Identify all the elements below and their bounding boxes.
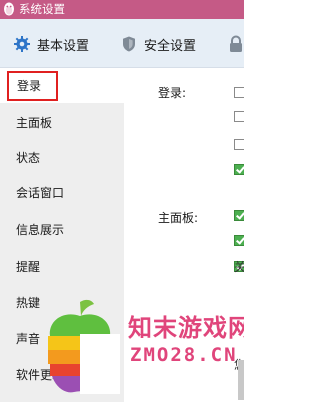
main-panel-option-text: 关 — [234, 260, 244, 274]
title-bar: 系统设置 — [0, 0, 244, 19]
sidebar-item-chat-window[interactable]: 会话窗口 — [0, 178, 124, 208]
login-option-checkbox-3[interactable] — [234, 139, 244, 150]
sidebar-item-label: 软件更新 — [16, 368, 65, 382]
sidebar-item-software-update[interactable]: 软件更新 — [0, 360, 124, 390]
sidebar-item-label: 主面板 — [16, 116, 53, 130]
tab-basic-settings[interactable]: 基本设置 — [13, 33, 89, 55]
sidebar-item-label: 提醒 — [16, 260, 41, 274]
sidebar-item-label: 会话窗口 — [16, 186, 65, 200]
window-title: 系统设置 — [19, 2, 65, 16]
settings-tab-bar: 基本设置 安全设置 — [0, 19, 244, 68]
lock-icon — [230, 35, 242, 52]
login-option-checkbox-1[interactable] — [234, 87, 244, 98]
settings-sidebar: 登录 主面板 状态 会话窗口 信息展示 提醒 热键 声音 软件更新 — [0, 68, 124, 402]
qq-penguin-icon — [4, 2, 14, 16]
main-panel-option-checkbox-2[interactable] — [234, 235, 244, 246]
sidebar-item-main-panel[interactable]: 主面板 — [0, 108, 124, 138]
shield-icon — [123, 36, 135, 52]
gear-icon — [14, 36, 30, 52]
scrollbar-thumb[interactable] — [238, 360, 244, 400]
sidebar-item-status[interactable]: 状态 — [0, 143, 124, 173]
sidebar-item-label: 热键 — [16, 296, 41, 310]
tab-security-settings-label: 安全设置 — [144, 38, 197, 54]
main-panel-section-label: 主面板: — [158, 211, 199, 225]
settings-window: 系统设置 基本设置 安全设置 登录 主面板 状态 会话窗口 信息展示 提醒 热键… — [0, 0, 244, 402]
sidebar-item-login[interactable]: 登录 — [7, 71, 58, 101]
login-option-checkbox-4[interactable] — [234, 164, 244, 175]
tab-security-settings[interactable]: 安全设置 — [120, 33, 196, 55]
settings-content: 登录: 主面板: 关 您 — [124, 68, 244, 402]
tab-permission-settings[interactable] — [227, 33, 244, 55]
main-panel-option-checkbox-1[interactable] — [234, 210, 244, 221]
sidebar-item-label: 信息展示 — [16, 223, 65, 237]
sidebar-item-reminders[interactable]: 提醒 — [0, 252, 124, 282]
sidebar-item-label: 登录 — [17, 79, 42, 93]
login-option-checkbox-2[interactable] — [234, 111, 244, 122]
sidebar-item-label: 状态 — [16, 151, 41, 165]
sidebar-item-hotkeys[interactable]: 热键 — [0, 288, 124, 318]
sidebar-item-info-display[interactable]: 信息展示 — [0, 215, 124, 245]
tab-basic-settings-label: 基本设置 — [37, 38, 90, 54]
login-section-label: 登录: — [158, 86, 187, 100]
sidebar-item-sound[interactable]: 声音 — [0, 324, 124, 354]
sidebar-item-label: 声音 — [16, 332, 41, 346]
